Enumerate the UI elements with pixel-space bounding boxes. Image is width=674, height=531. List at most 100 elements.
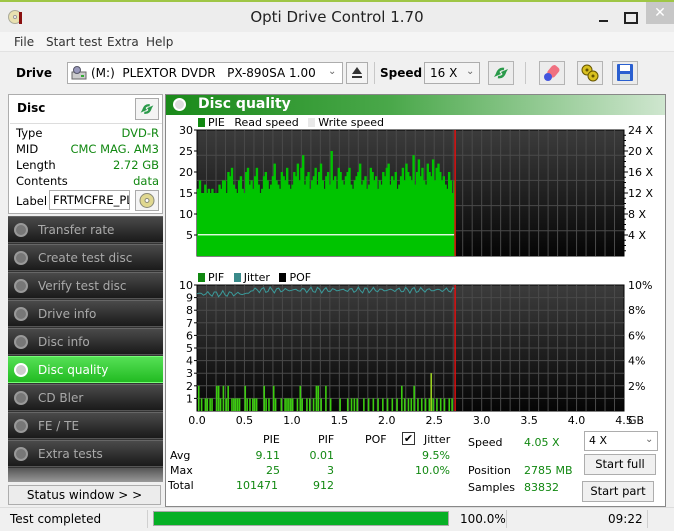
jitter-checkbox[interactable]: ✔ xyxy=(402,432,415,445)
x-tick-label: 2.0 xyxy=(378,259,396,260)
status-separator xyxy=(147,510,148,528)
pif-bar xyxy=(204,398,207,411)
gears-icon xyxy=(581,64,599,82)
pif-bar xyxy=(396,398,398,411)
status-text: Test completed xyxy=(10,512,102,526)
pif-bar xyxy=(301,398,303,411)
pif-bar xyxy=(308,398,311,411)
pif-bar xyxy=(222,385,225,411)
eraser-icon xyxy=(544,65,560,81)
nav-transfer-rate[interactable]: Transfer rate xyxy=(8,216,163,243)
status-window-button[interactable]: Status window > > xyxy=(8,485,161,505)
start-part-button[interactable]: Start part xyxy=(582,481,654,502)
x-tick-label: 0.0 xyxy=(188,414,206,425)
disc-label-input[interactable]: FRTMCFRE_PL xyxy=(49,190,130,210)
stats-header-pof: POF xyxy=(365,433,387,446)
refresh-arrows-icon xyxy=(494,67,508,79)
info-key: Length xyxy=(16,158,56,172)
speed-select[interactable]: 16 X ⌄ xyxy=(424,62,480,84)
menu-bar: File Start test Extra Help xyxy=(0,32,674,52)
pif-bar xyxy=(280,398,283,411)
nav-label: Disc info xyxy=(38,335,90,349)
pif-bar xyxy=(325,385,327,411)
maximize-button[interactable] xyxy=(618,6,644,28)
pif-bar xyxy=(286,398,288,411)
pif-bar xyxy=(272,385,275,411)
info-key: MID xyxy=(16,142,39,156)
pif-bar xyxy=(443,398,446,411)
y-tick-label: 20 xyxy=(179,166,193,179)
menu-file[interactable]: File xyxy=(14,35,34,49)
window-title: Opti Drive Control 1.70 xyxy=(250,8,424,26)
disc-mid-row: MID CMC MAG. AM3 xyxy=(16,142,159,158)
pif-bar xyxy=(339,398,341,411)
verify-disc-icon xyxy=(14,279,28,293)
pif-bar xyxy=(410,398,413,411)
panel-header: Disc quality xyxy=(166,95,665,115)
nav-verify-test-disc[interactable]: Verify test disc xyxy=(8,272,163,299)
x-tick-label: 0.5 xyxy=(236,259,254,260)
menu-extra[interactable]: Extra xyxy=(107,35,139,49)
panel-title: Disc quality xyxy=(198,96,291,112)
nav-extra-tests[interactable]: Extra tests xyxy=(8,440,163,467)
nav-disc-quality[interactable]: Disc quality xyxy=(8,356,163,383)
pif-bar xyxy=(363,398,365,411)
x-tick-label: 0.0 xyxy=(188,259,206,260)
test-speed-select[interactable]: 4 X ⌄ xyxy=(584,431,658,451)
y-tick-label: 6 xyxy=(186,329,193,342)
eject-button[interactable] xyxy=(346,62,368,84)
nav-create-test-disc[interactable]: Create test disc xyxy=(8,244,163,271)
drive-select[interactable]: (M:) PLEXTOR DVDR PX-890SA 1.00 ⌄ xyxy=(67,62,343,84)
settings-button[interactable] xyxy=(577,61,603,85)
avg-jitter-value: 9.5% xyxy=(422,449,450,462)
pif-bar xyxy=(268,398,270,411)
pif-bar xyxy=(350,398,353,411)
menu-help[interactable]: Help xyxy=(146,35,173,49)
chevron-down-icon: ⌄ xyxy=(328,66,337,77)
x-tick-label: 2.5 xyxy=(425,259,443,260)
max-pif-value: 3 xyxy=(327,464,334,477)
save-button[interactable] xyxy=(612,61,638,85)
pif-bar xyxy=(217,385,220,411)
refresh-button[interactable] xyxy=(488,61,514,85)
disc-label-button[interactable] xyxy=(135,190,159,211)
y2-tick-label: 24 X xyxy=(628,125,653,137)
close-button[interactable]: ✕ xyxy=(646,2,674,24)
nav-drive-info[interactable]: Drive info xyxy=(8,300,163,327)
x-tick-label: 0.5 xyxy=(236,414,254,425)
pif-bar xyxy=(436,398,438,411)
erase-button[interactable] xyxy=(539,61,565,85)
refresh-arrows-icon xyxy=(140,104,154,114)
samples-value: 83832 xyxy=(524,481,559,494)
pif-bar xyxy=(246,398,248,411)
x-tick-label: 1.0 xyxy=(283,414,301,425)
pif-bar xyxy=(197,385,200,411)
nav-disc-info[interactable]: Disc info xyxy=(8,328,163,355)
y2-tick-label: 6% xyxy=(628,329,645,342)
pif-bar xyxy=(225,398,228,411)
y2-tick-label: 2% xyxy=(628,380,645,393)
nav-label: CD Bler xyxy=(38,391,84,405)
nav-label: FE / TE xyxy=(38,419,80,433)
start-full-button[interactable]: Start full xyxy=(584,454,656,475)
nav-cd-bler[interactable]: CD Bler xyxy=(8,384,163,411)
pif-bar xyxy=(424,398,427,411)
disc-quality-icon xyxy=(14,363,28,377)
speed-label: Speed xyxy=(380,66,423,80)
menu-start-test[interactable]: Start test xyxy=(46,35,102,49)
pif-bar xyxy=(312,398,315,411)
disc-refresh-button[interactable] xyxy=(135,98,159,120)
pif-jitter-chart: 0.0 0.5 1.0 1.5 2.0 2.5 3.0 3.5 4.0 4.5GB12345678… xyxy=(179,281,652,425)
x-tick-label: 1.5 xyxy=(331,259,349,260)
minimize-button[interactable] xyxy=(590,6,618,28)
pif-bar xyxy=(382,398,384,411)
pif-bar xyxy=(233,398,235,411)
y-tick-label: 10 xyxy=(179,281,193,292)
pif-bar xyxy=(249,398,251,411)
nav-fe-te[interactable]: FE / TE xyxy=(8,412,163,439)
pif-bar xyxy=(288,398,290,411)
max-pie-value: 25 xyxy=(266,464,280,477)
disc-quality-panel: Disc quality PIE Read speed Write speed … xyxy=(165,94,666,507)
stats-header-pie: PIE xyxy=(263,433,280,446)
nav-label: Disc quality xyxy=(38,363,109,377)
